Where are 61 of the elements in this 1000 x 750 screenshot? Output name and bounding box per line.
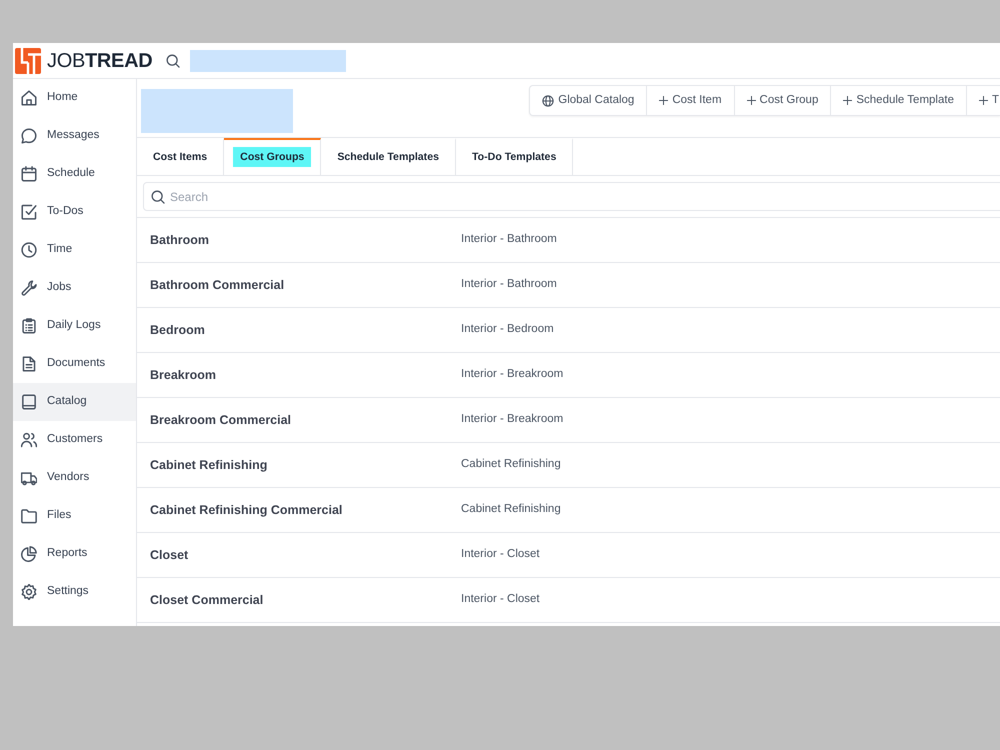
group-name[interactable]: Bedroom (150, 323, 205, 337)
group-category: Interior - Closet (461, 547, 540, 562)
group-category: Interior - Breakroom (461, 412, 564, 428)
group-name[interactable]: Bathroom (150, 233, 210, 247)
folder-icon (21, 508, 37, 524)
group-name[interactable]: Cabinet Refinishing Commercial (150, 503, 342, 517)
search-icon (151, 190, 165, 204)
search-icon (166, 54, 180, 68)
clock-icon (21, 242, 37, 258)
sidebar-item[interactable]: Catalog (13, 383, 136, 421)
sidebar-item[interactable]: Vendors (13, 459, 136, 497)
settings-icon (21, 584, 37, 600)
group-name[interactable]: Cabinet Refinishing (150, 458, 268, 472)
group-category: Interior - Bathroom (461, 277, 557, 292)
sidebar-item[interactable]: Messages (13, 117, 136, 155)
group-name[interactable]: Closet (150, 548, 188, 562)
globe-icon (542, 94, 554, 106)
toolbar-button[interactable]: T (966, 86, 1000, 115)
calendar-icon (21, 166, 37, 182)
wrench-icon (21, 280, 37, 296)
toolbar-button[interactable]: Schedule Template (831, 86, 967, 115)
sidebar-item[interactable]: Customers (13, 421, 136, 459)
plus-icon (843, 96, 852, 105)
group-name[interactable]: Closet Commercial (150, 593, 264, 607)
chat-bubble-icon (21, 128, 37, 144)
sidebar-item[interactable]: Daily Logs (13, 307, 136, 345)
sidebar-item[interactable]: To-Dos (13, 193, 136, 231)
tab[interactable]: Cost Groups (224, 138, 322, 175)
group-name[interactable]: Breakroom (150, 368, 216, 382)
sidebar-item[interactable]: Schedule (13, 155, 136, 193)
sidebar-item[interactable]: Home (13, 79, 136, 117)
toolbar-button[interactable]: Global Catalog (530, 86, 648, 115)
sidebar-item[interactable]: Settings (13, 573, 136, 611)
book-icon (21, 394, 37, 410)
people-icon (21, 432, 37, 448)
group-category: Interior - Bedroom (461, 322, 554, 338)
group-category: Cabinet Refinishing (461, 502, 561, 518)
search-field[interactable]: Search (143, 182, 1000, 211)
clipboard-icon (21, 318, 37, 334)
group-name[interactable]: Breakroom Commercial (150, 413, 292, 427)
group-category: Interior - Breakroom (461, 367, 564, 382)
toolbar-button[interactable]: Cost Group (734, 86, 832, 115)
sidebar-item[interactable]: Time (13, 231, 136, 269)
group-category: Cabinet Refinishing (461, 457, 561, 472)
plus-icon (746, 96, 756, 105)
sidebar-item[interactable]: Jobs (13, 269, 136, 307)
group-name[interactable]: Bathroom Commercial (150, 278, 284, 292)
sidebar-item[interactable]: Reports (13, 535, 136, 573)
plus-icon (659, 96, 668, 105)
group-category: Interior - Bathroom (461, 232, 557, 248)
checkbox-icon (21, 204, 37, 220)
plus-icon (978, 96, 988, 105)
truck-icon (21, 470, 37, 486)
document-icon (21, 356, 37, 372)
home-icon (21, 90, 37, 106)
toolbar-button[interactable]: Cost Item (647, 86, 735, 115)
pie-chart-icon (21, 546, 37, 562)
logo-wordmark: JOBTREAD (47, 50, 152, 70)
group-category: Interior - Closet (461, 592, 540, 608)
sidebar-item[interactable]: Documents (13, 345, 136, 383)
sidebar-item[interactable]: Files (13, 497, 136, 535)
